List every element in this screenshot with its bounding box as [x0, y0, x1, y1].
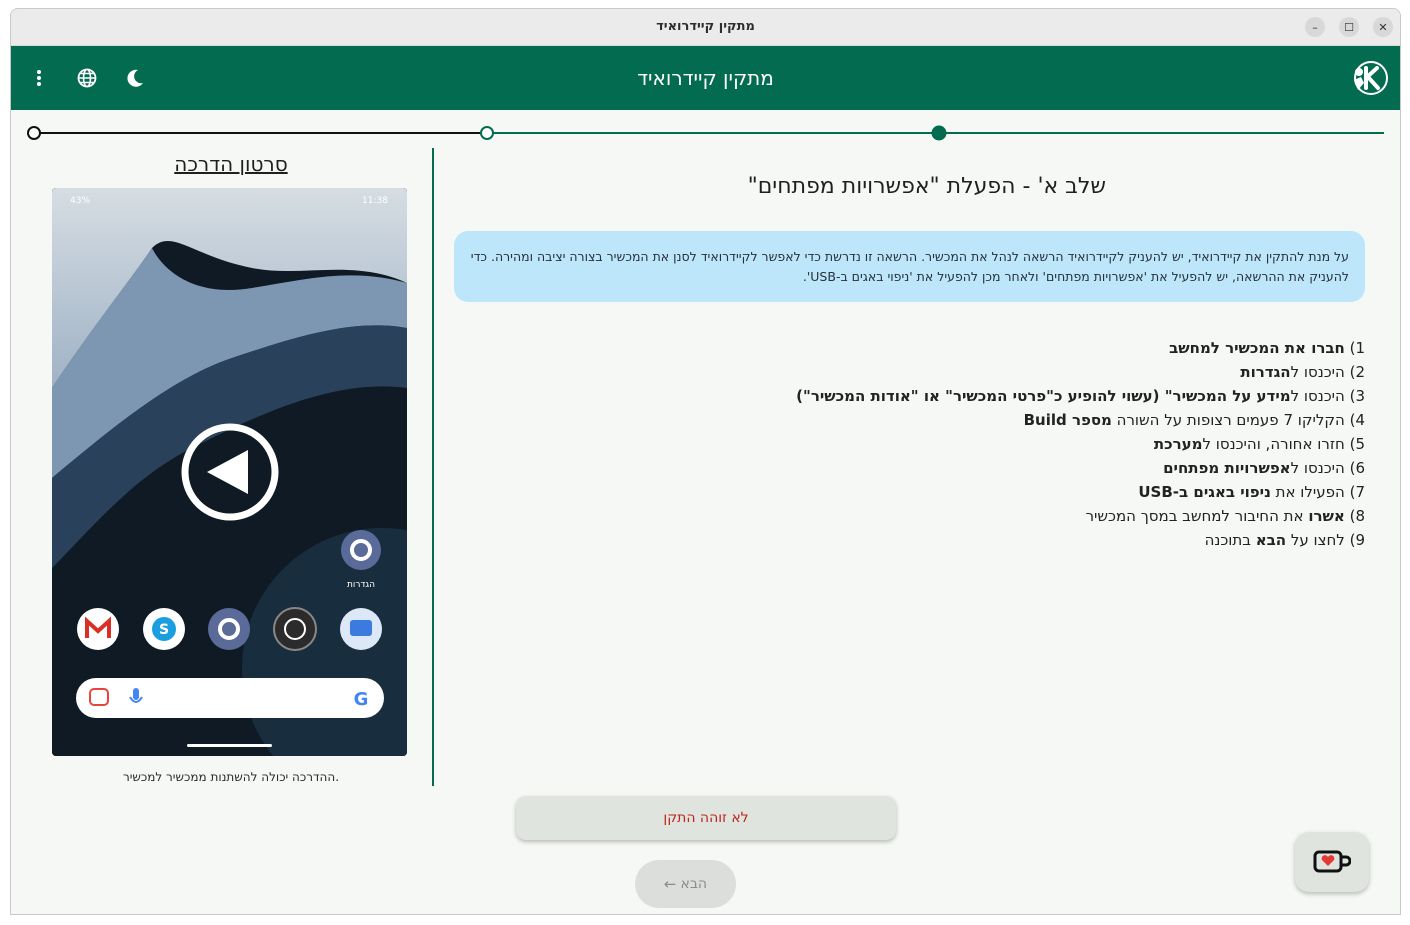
video-caption: ההדרכה יכולה להשתנות ממכשיר למכשיר.	[122, 770, 340, 784]
phone-time: 11:38	[362, 196, 388, 206]
instruction-list: 1) חברו את המכשיר למחשב 2) היכנסו להגדרות…	[665, 336, 1365, 552]
instruction-item: 4) הקליקו 7 פעמים רצופות על השורה מספר B…	[665, 408, 1365, 432]
instruction-bold: אפשרויות מפתחים	[1163, 459, 1291, 477]
instruction-item: 6) היכנסו לאפשרויות מפתחים	[665, 456, 1365, 480]
instruction-pre: היכנסו ל	[1290, 387, 1345, 405]
next-label: הבא	[680, 876, 708, 892]
settings-app-icon	[341, 530, 381, 570]
instruction-item: 9) לחצו על הבא בתוכנה	[665, 528, 1365, 552]
instruction-item: 2) היכנסו להגדרות	[665, 360, 1365, 384]
settings-dock-icon	[208, 608, 250, 650]
instruction-item: 8) אשרו את החיבור למחשב במסך המכשיר	[665, 504, 1365, 528]
app-window: מתקין קיידרואיד – ☐ ✕ מתקין קיידרואיד סר…	[10, 8, 1401, 915]
instruction-pre: הקליקו 7 פעמים רצופות על השורה	[1111, 411, 1345, 429]
instruction-bold: מערכת	[1153, 435, 1203, 453]
instruction-item: 1) חברו את המכשיר למחשב	[665, 336, 1365, 360]
instruction-bold: ניפוי באגים ב-USB	[1138, 483, 1271, 501]
instruction-pre: חזרו אחורה, והיכנסו ל	[1202, 435, 1345, 453]
device-not-found-label: לא זוהה התקן	[663, 810, 749, 826]
step-1-dot	[27, 126, 41, 140]
window-title: מתקין קיידרואיד	[656, 19, 755, 34]
instruction-bold: הגדרות	[1240, 363, 1291, 381]
info-box: על מנת להתקין את קיידרואיד, יש להעניק לק…	[454, 231, 1365, 302]
instruction-num: 5)	[1344, 435, 1365, 453]
instruction-num: 2)	[1344, 363, 1365, 381]
titlebar: מתקין קיידרואיד – ☐ ✕	[11, 9, 1400, 46]
app-title: מתקין קיידרואיד	[637, 66, 774, 90]
arrow-left-icon: ←	[663, 875, 677, 893]
instruction-item: 7) הפעילו את ניפוי באגים ב-USB	[665, 480, 1365, 504]
instruction-num: 7)	[1344, 483, 1365, 501]
minimize-button[interactable]: –	[1305, 17, 1325, 37]
phone-battery: 43%	[70, 196, 90, 206]
instruction-num: 9)	[1344, 531, 1365, 549]
panel-divider	[432, 148, 434, 786]
instruction-pre: הפעילו את	[1270, 483, 1345, 501]
chatgpt-app-icon	[273, 607, 317, 651]
instruction-num: 3)	[1344, 387, 1365, 405]
video-title: סרטון הדרכה	[174, 152, 288, 176]
instruction-pre: היכנסו ל	[1290, 459, 1345, 477]
settings-app-label: הגדרות	[347, 580, 375, 590]
donate-button[interactable]	[1295, 832, 1369, 892]
instruction-bold: חברו את המכשיר למחשב	[1169, 339, 1345, 357]
step-2-dot	[480, 126, 494, 140]
svg-text:G: G	[354, 689, 369, 710]
instruction-bold: מספר Build	[1023, 411, 1112, 429]
device-not-found-button[interactable]: לא זוהה התקן	[516, 796, 896, 840]
instruction-bold: הבא	[1255, 531, 1287, 549]
video-panel: סרטון הדרכה 43% 11:38 הגדרות S G ההדרכה …	[31, 152, 431, 792]
app-bar: מתקין קיידרואיד	[11, 46, 1400, 110]
instruction-bold: מידע על המכשיר" (עשוי להופיע כ"פרטי המכש…	[796, 387, 1291, 405]
coffee-heart-icon	[1313, 850, 1351, 873]
instruction-pre: לחצו על	[1286, 531, 1345, 549]
svg-text:S: S	[159, 622, 169, 638]
instruction-bold: אשרו	[1308, 507, 1345, 525]
instruction-num: 6)	[1344, 459, 1365, 477]
instruction-pre: היכנסו ל	[1290, 363, 1345, 381]
tutorial-video[interactable]: 43% 11:38 הגדרות S G	[52, 188, 407, 756]
instruction-post: בתוכנה	[1204, 531, 1256, 549]
next-button[interactable]: ← הבא	[635, 860, 736, 908]
kidroid-logo	[1349, 60, 1389, 96]
progress-stepper	[11, 110, 1400, 154]
instruction-item: 3) היכנסו למידע על המכשיר" (עשוי להופיע …	[665, 384, 1365, 408]
instruction-num: 8)	[1344, 507, 1365, 525]
step-heading: שלב א' - הפעלת "אפשרויות מפתחים"	[747, 174, 1106, 199]
phone-search-bar	[76, 678, 384, 718]
close-button[interactable]: ✕	[1373, 17, 1393, 37]
instruction-post: את החיבור למחשב במסך המכשיר	[1085, 507, 1309, 525]
instruction-item: 5) חזרו אחורה, והיכנסו למערכת	[665, 432, 1365, 456]
step-3-dot	[931, 125, 947, 141]
instruction-num: 4)	[1344, 411, 1365, 429]
maximize-button[interactable]: ☐	[1339, 17, 1359, 37]
step-content: שלב א' - הפעלת "אפשרויות מפתחים" על מנת …	[441, 152, 1391, 772]
instruction-num: 1)	[1344, 339, 1365, 357]
